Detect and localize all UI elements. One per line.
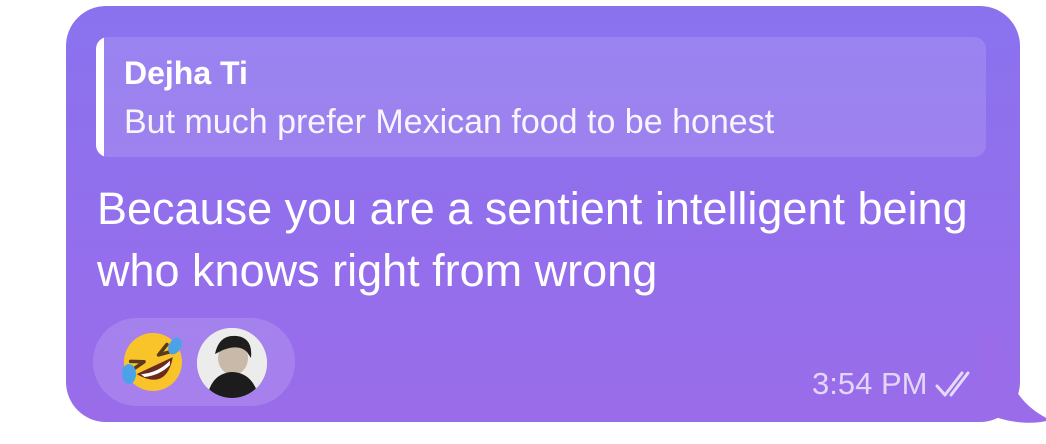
reply-author: Dejha Ti bbox=[124, 55, 248, 91]
reply-text: But much prefer Mexican food to be hones… bbox=[124, 103, 775, 141]
reactions-pill[interactable] bbox=[93, 318, 295, 406]
double-check-icon bbox=[935, 371, 970, 397]
message-meta: 3:54 PM bbox=[812, 366, 978, 406]
rolling-on-floor-laughing-emoji-icon[interactable] bbox=[119, 328, 187, 396]
message-text: Because you are a sentient intelligent b… bbox=[97, 183, 968, 296]
message-time: 3:54 PM bbox=[812, 366, 928, 401]
reply-accent-bar bbox=[96, 37, 104, 157]
bubble-tail bbox=[980, 330, 1046, 423]
user-avatar-icon[interactable] bbox=[197, 328, 267, 398]
reply-quote[interactable]: Dejha Ti But much prefer Mexican food to… bbox=[96, 37, 986, 157]
